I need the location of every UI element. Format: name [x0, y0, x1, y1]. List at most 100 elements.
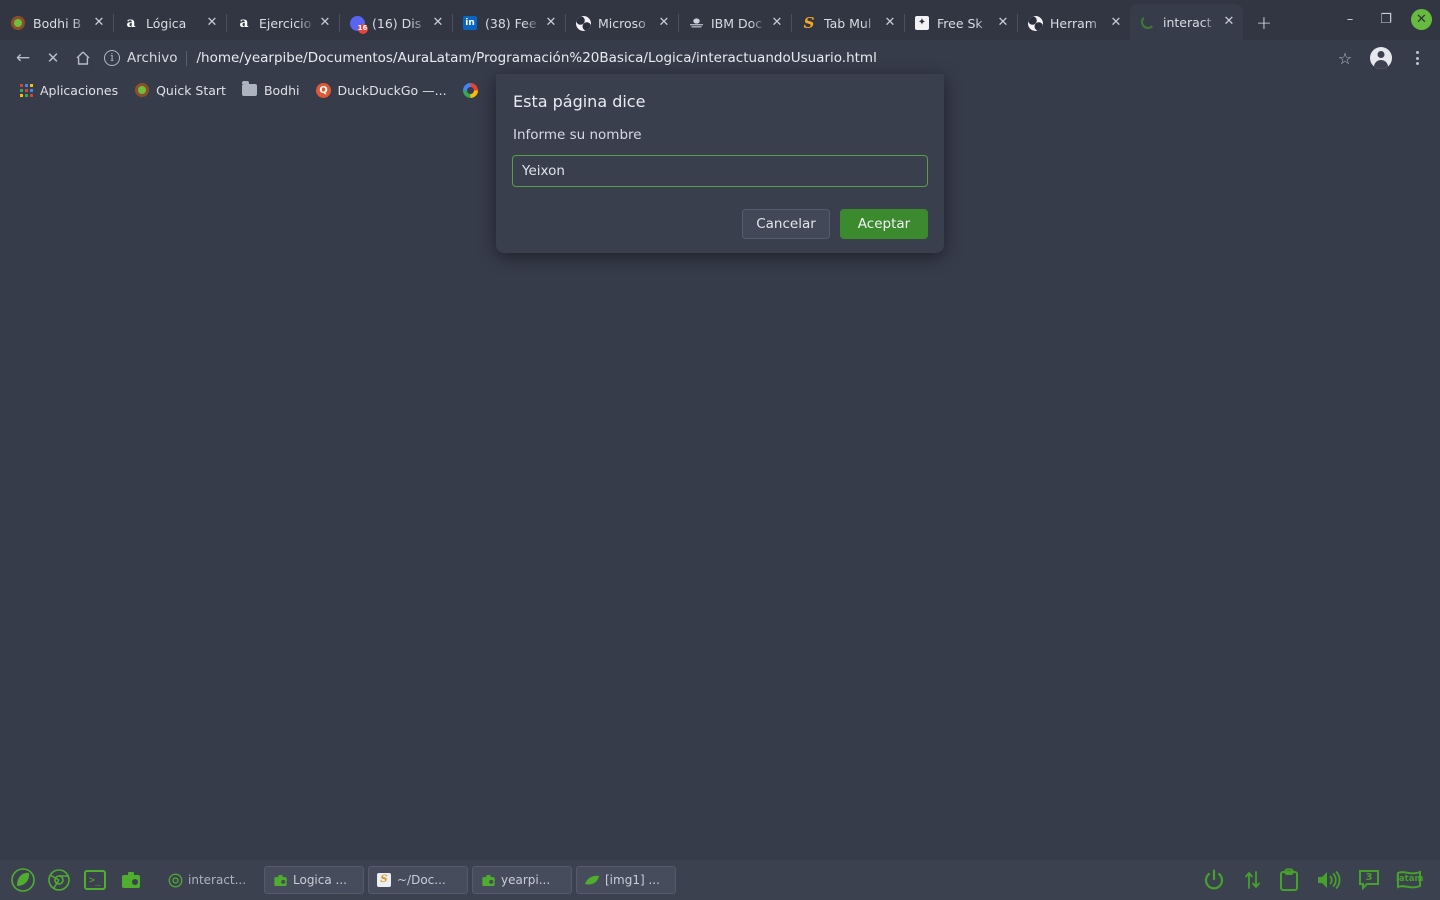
maximize-button[interactable]: ❐: [1375, 8, 1397, 30]
page-info-icon[interactable]: i: [104, 50, 120, 66]
taskbar-window-2[interactable]: S ~/Doc...: [368, 866, 468, 894]
browser-tab-2[interactable]: a Ejercicio ✕: [226, 6, 339, 40]
folder-icon: [242, 81, 258, 98]
browser-tab-7[interactable]: S Tab Mul ✕: [791, 6, 904, 40]
home-button[interactable]: [68, 43, 98, 73]
tab-title: interact: [1163, 14, 1212, 30]
bookmark-bodhi-folder[interactable]: Bodhi: [234, 79, 308, 101]
javascript-prompt-dialog: Esta página dice Informe su nombre Cance…: [496, 74, 944, 253]
files-icon: [272, 872, 288, 888]
prompt-input[interactable]: [512, 155, 928, 187]
tab-close-button[interactable]: ✕: [543, 15, 559, 31]
network-icon[interactable]: [1242, 869, 1262, 891]
taskbar-window-0[interactable]: interact...: [160, 866, 260, 894]
browser-tab-4[interactable]: in (38) Fee ✕: [452, 6, 565, 40]
browser-tab-3[interactable]: 16 (16) Dis ✕: [339, 6, 452, 40]
sublime-icon: S: [376, 872, 392, 888]
new-tab-button[interactable]: +: [1247, 6, 1281, 40]
browser-toolbar: ← ✕ i Archivo /home/yearpibe/Documentos/…: [0, 40, 1440, 76]
accept-button[interactable]: Aceptar: [840, 209, 928, 239]
tab-close-button[interactable]: ✕: [769, 15, 785, 31]
tab-title: Bodhi B: [33, 15, 82, 31]
cancel-button[interactable]: Cancelar: [742, 209, 830, 239]
terminal-icon[interactable]: >_: [80, 865, 110, 895]
bookmark-label: Aplicaciones: [40, 82, 119, 98]
clipboard-icon[interactable]: [1278, 868, 1300, 892]
taskbar-window-1[interactable]: Logica ...: [264, 866, 364, 894]
window-controls: – ❐ ✕: [1339, 8, 1432, 30]
bookmark-label: DuckDuckGo —...: [337, 82, 447, 98]
tab-close-button[interactable]: ✕: [656, 15, 672, 31]
browser-tab-10-active[interactable]: interact ✕: [1130, 4, 1243, 40]
tab-close-button[interactable]: ✕: [430, 15, 446, 31]
taskbar-launchers: >_: [8, 865, 146, 895]
updown-arrows-glyph: [1245, 871, 1260, 889]
browser-tab-strip: Bodhi B ✕ a Lógica ✕ a Ejercicio ✕ 16 (1…: [0, 0, 1440, 40]
taskbar-window-4[interactable]: [img1] ...: [576, 866, 676, 894]
back-button[interactable]: ←: [8, 43, 38, 73]
files-icon[interactable]: [116, 865, 146, 895]
taskbar-window-label: yearpi...: [501, 873, 551, 887]
bookmark-duckduckgo[interactable]: Q DuckDuckGo —...: [308, 79, 455, 101]
tab-title: Microso: [598, 15, 646, 31]
volume-icon[interactable]: [1316, 869, 1342, 891]
amazon-icon: a: [239, 15, 249, 31]
browser-tab-5[interactable]: Microso ✕: [565, 6, 678, 40]
chrome-glyph: [48, 869, 70, 891]
kebab-menu-icon: [1415, 51, 1419, 65]
apps-grid-icon: [18, 82, 34, 98]
loading-spinner-icon: [1140, 14, 1156, 30]
chrome-icon: [167, 872, 183, 888]
files-icon: [480, 872, 496, 888]
browser-tab-8[interactable]: ✦ Free Sk ✕: [904, 6, 1017, 40]
leafpad-icon: [584, 872, 600, 888]
desktop-taskbar: >_ interact... Logica ... S ~/Doc... yea…: [0, 860, 1440, 900]
tab-title: Ejercicio: [259, 15, 312, 31]
tab-title: Tab Mul: [824, 15, 872, 31]
keyboard-layout-icon[interactable]: latam: [1396, 870, 1423, 890]
amazon-icon: a: [126, 15, 136, 31]
bookmark-google[interactable]: [455, 79, 493, 101]
tab-close-button[interactable]: ✕: [1108, 15, 1124, 31]
chrome-icon[interactable]: [44, 865, 74, 895]
tab-close-button[interactable]: ✕: [91, 15, 107, 31]
speaker-glyph: [1318, 870, 1341, 890]
tab-close-button[interactable]: ✕: [204, 15, 220, 31]
close-window-button[interactable]: ✕: [1411, 8, 1432, 30]
taskbar-window-label: interact...: [188, 873, 247, 887]
taskbar-window-list: interact... Logica ... S ~/Doc... yearpi…: [160, 866, 676, 894]
browser-tab-0[interactable]: Bodhi B ✕: [0, 6, 113, 40]
minimize-button[interactable]: –: [1339, 8, 1361, 30]
duckduckgo-icon: Q: [316, 82, 332, 98]
browser-tab-6[interactable]: IBM Doc ✕: [678, 6, 791, 40]
tab-close-button[interactable]: ✕: [1221, 14, 1237, 30]
dialog-message: Informe su nombre: [513, 127, 642, 143]
tab-badge: 16: [357, 23, 368, 34]
globe-icon: [575, 15, 591, 31]
tab-close-button[interactable]: ✕: [882, 15, 898, 31]
taskbar-window-3[interactable]: yearpi...: [472, 866, 572, 894]
chrome-menu-button[interactable]: [1402, 43, 1432, 73]
bookmark-apps[interactable]: Aplicaciones: [10, 79, 126, 101]
taskbar-window-label: Logica ...: [293, 873, 347, 887]
workspace-icon[interactable]: 3: [1358, 869, 1380, 891]
address-bar[interactable]: i Archivo /home/yearpibe/Documentos/Aura…: [104, 44, 1322, 72]
bookmark-star-icon[interactable]: ☆: [1330, 43, 1360, 73]
ibm-glyph: [689, 17, 703, 27]
tab-close-button[interactable]: ✕: [317, 15, 333, 31]
bodhi-icon: [134, 82, 150, 98]
stop-loading-button[interactable]: ✕: [38, 43, 68, 73]
tab-close-button[interactable]: ✕: [995, 15, 1011, 31]
tab-title: (16) Dis: [372, 15, 422, 31]
power-icon[interactable]: [1202, 868, 1226, 892]
bodhi-menu-icon[interactable]: [8, 865, 38, 895]
profile-avatar[interactable]: [1366, 43, 1396, 73]
bookmark-label: Bodhi: [263, 82, 300, 98]
briefcase-glyph: [122, 872, 140, 888]
leaf-glyph: [585, 875, 599, 885]
tab-list: Bodhi B ✕ a Lógica ✕ a Ejercicio ✕ 16 (1…: [0, 0, 1281, 40]
browser-tab-9[interactable]: Herram ✕: [1017, 6, 1130, 40]
taskbar-window-label: [img1] ...: [605, 873, 660, 887]
bookmark-quick-start[interactable]: Quick Start: [126, 79, 234, 101]
browser-tab-1[interactable]: a Lógica ✕: [113, 6, 226, 40]
